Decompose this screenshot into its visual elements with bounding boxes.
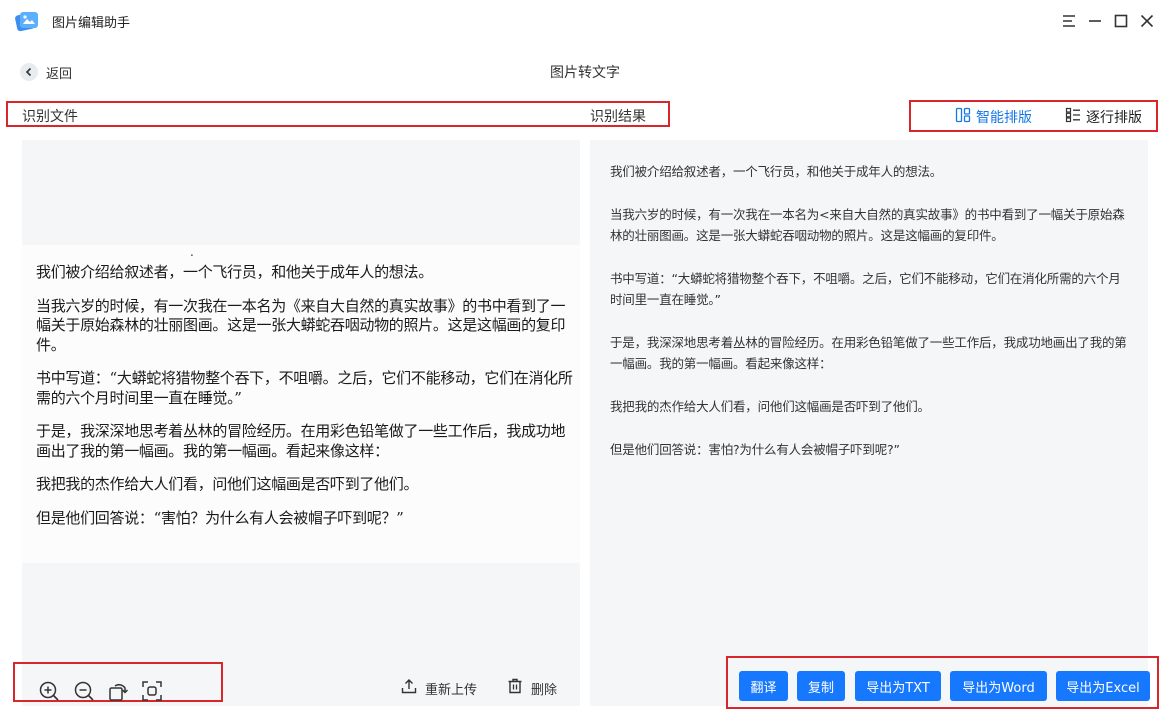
recognize-file-label: 识别文件: [22, 109, 78, 125]
app-title: 图片编辑助手: [52, 16, 131, 31]
image-text: 我们被介绍给叙述者，一个飞行员，和他关于成年人的想法。 当我六岁的时候，有一次我…: [36, 263, 576, 542]
zoom-in-icon[interactable]: [38, 680, 60, 702]
export-txt-button[interactable]: 导出为TXT: [855, 671, 941, 701]
image-speck: .: [190, 245, 194, 259]
layout-mode-switch: 智能排版 逐行排版: [909, 100, 1158, 132]
upload-icon: [401, 678, 417, 698]
result-paragraph: 当我六岁的时候，有一次我在一本名为<来自大自然的真实故事》的书中看到了一幅关于原…: [610, 207, 1125, 243]
page-title: 图片转文字: [550, 65, 620, 81]
app-logo-icon: [14, 8, 40, 34]
close-icon[interactable]: [1136, 10, 1158, 32]
image-paragraph: 但是他们回答说：“害怕？为什么有人会被帽子吓到呢？”: [36, 508, 404, 527]
export-excel-button[interactable]: 导出为Excel: [1056, 671, 1150, 701]
image-paragraph: 于是，我深深地思考着丛林的冒险经历。在用彩色铅笔做了一些工作后，我成功地画出了我…: [36, 422, 566, 460]
result-paragraph: 我们被介绍给叙述者，一个飞行员，和他关于成年人的想法。: [610, 164, 943, 179]
copy-button[interactable]: 复制: [797, 671, 845, 701]
title-bar: 图片编辑助手: [0, 0, 1170, 44]
smart-layout-label: 智能排版: [976, 110, 1032, 126]
maximize-icon[interactable]: [1110, 10, 1132, 32]
result-paragraph: 书中写道：“大蟒蛇将猎物整个吞下，不咀嚼。之后，它们不能移动，它们在消化所需的六…: [610, 271, 1121, 307]
line-layout-button[interactable]: 逐行排版: [1065, 107, 1142, 127]
image-paragraph: 我们被介绍给叙述者，一个飞行员，和他关于成年人的想法。: [36, 263, 433, 281]
menu-icon[interactable]: [1058, 10, 1080, 32]
line-layout-icon: [1065, 107, 1081, 127]
result-paragraph: 于是，我深深地思考着丛林的冒险经历。在用彩色铅笔做了一些工作后，我成功地画出了我…: [610, 335, 1127, 371]
line-layout-label: 逐行排版: [1086, 110, 1142, 126]
result-text[interactable]: 我们被介绍给叙述者，一个飞行员，和他关于成年人的想法。 当我六岁的时候，有一次我…: [610, 161, 1132, 482]
image-paragraph: 我把我的杰作给大人们看，问他们这幅画是否吓到了他们。: [36, 475, 419, 493]
translate-button[interactable]: 翻译: [739, 671, 788, 701]
delete-button[interactable]: 删除: [507, 678, 557, 698]
rotate-icon[interactable]: [107, 680, 129, 702]
export-word-button[interactable]: 导出为Word: [950, 671, 1047, 701]
trash-icon: [507, 678, 523, 698]
recognize-result-label: 识别结果: [590, 109, 646, 125]
fit-screen-icon[interactable]: [141, 680, 163, 702]
smart-layout-icon: [955, 107, 971, 127]
result-paragraph: 但是他们回答说：害怕?为什么有人会被帽子吓到呢?”: [610, 442, 900, 457]
zoom-out-icon[interactable]: [73, 680, 95, 702]
image-paragraph: 当我六岁的时候，有一次我在一本名为《来自大自然的真实故事》的书中看到了一幅关于原…: [36, 296, 566, 354]
zoom-toolbar: [13, 662, 223, 702]
minimize-icon[interactable]: [1084, 10, 1106, 32]
smart-layout-button[interactable]: 智能排版: [955, 107, 1032, 127]
image-paragraph: 书中写道：“大蟒蛇将猎物整个吞下，不咀嚼。之后，它们不能移动，它们在消化所需的六…: [36, 369, 573, 407]
image-preview[interactable]: . 我们被介绍给叙述者，一个飞行员，和他关于成年人的想法。 当我六岁的时候，有一…: [22, 245, 580, 563]
result-panel: 我们被介绍给叙述者，一个飞行员，和他关于成年人的想法。 当我六岁的时候，有一次我…: [590, 140, 1148, 706]
reupload-button[interactable]: 重新上传: [401, 678, 477, 698]
result-paragraph: 我把我的杰作给大人们看，问他们这幅画是否吓到了他们。: [610, 399, 930, 414]
panel-headers: 识别文件 识别结果: [6, 101, 670, 127]
delete-label: 删除: [531, 682, 558, 698]
reupload-label: 重新上传: [425, 682, 478, 698]
image-panel: . 我们被介绍给叙述者，一个飞行员，和他关于成年人的想法。 当我六岁的时候，有一…: [22, 140, 580, 706]
